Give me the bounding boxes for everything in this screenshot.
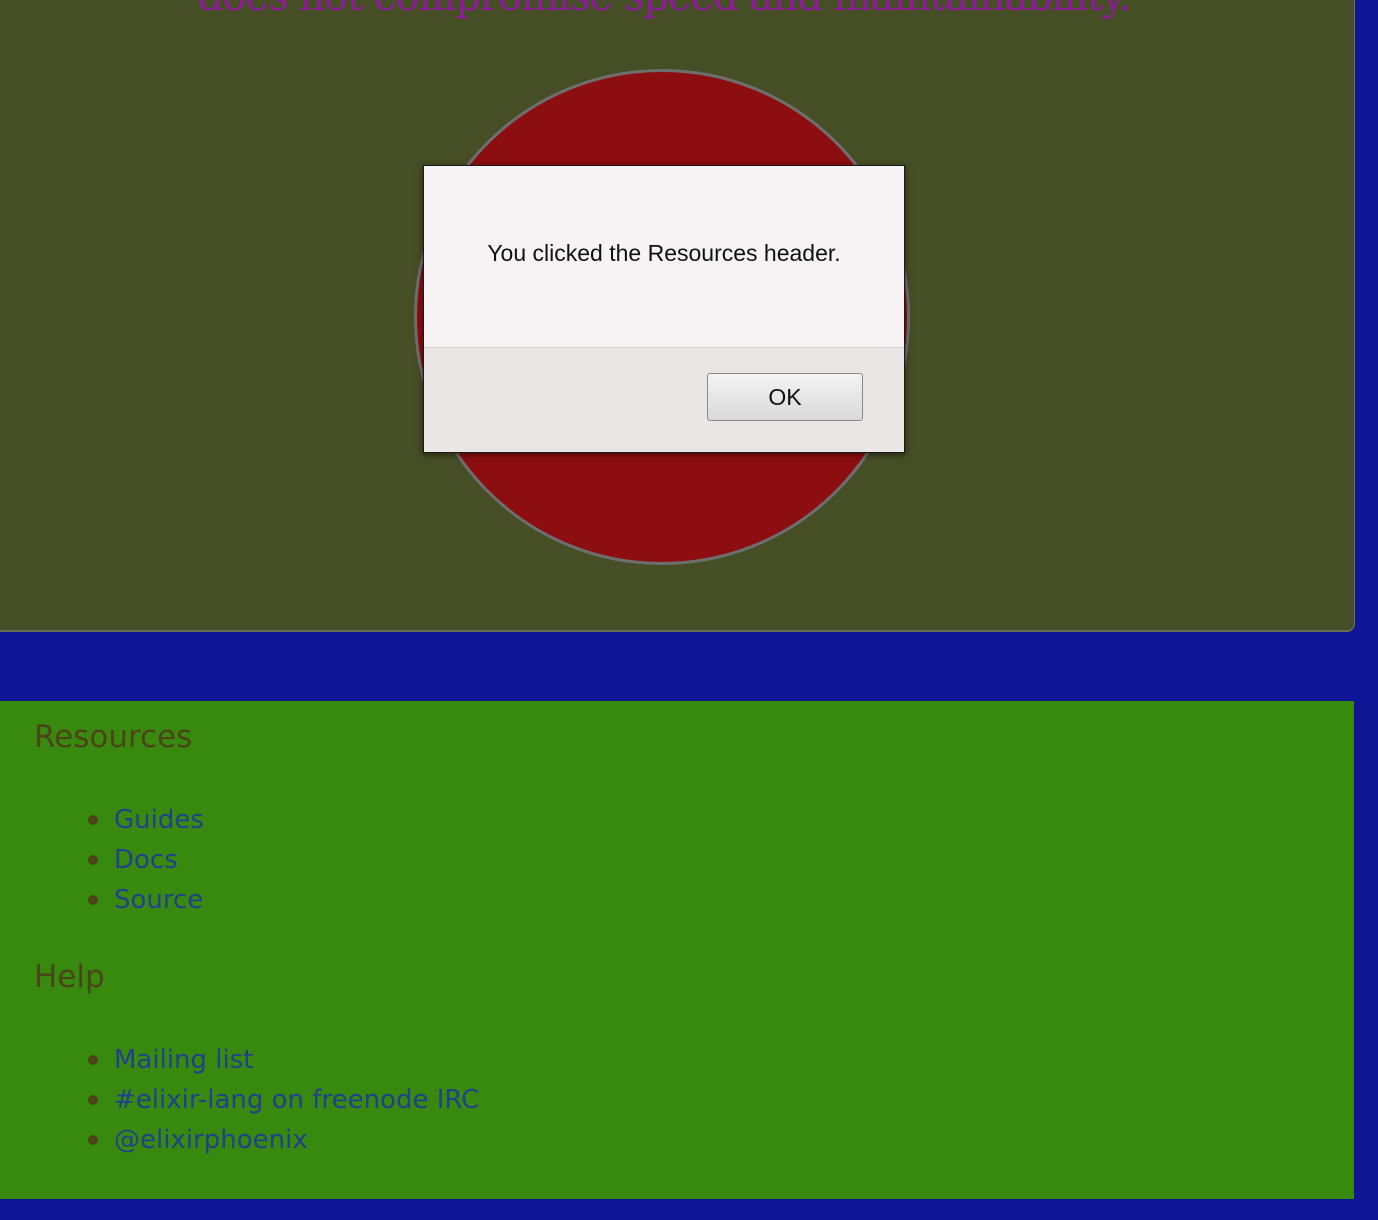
irc-link[interactable]: #elixir-lang on freenode IRC [114,1080,479,1120]
bullet-icon [88,1135,98,1145]
docs-link[interactable]: Docs [114,840,178,880]
help-heading[interactable]: Help [34,959,105,995]
bullet-icon [88,815,98,825]
list-item: @elixirphoenix [88,1120,479,1160]
list-item: Source [88,880,204,920]
mailing-list-link[interactable]: Mailing list [114,1040,253,1080]
bullet-icon [88,895,98,905]
marketing-section: Resources Guides Docs Source Help Mailin… [0,701,1354,1199]
resources-list: Guides Docs Source [88,800,204,920]
guides-link[interactable]: Guides [114,800,204,840]
list-item: #elixir-lang on freenode IRC [88,1080,479,1120]
page: does not compromise speed and maintainab… [0,0,1378,1220]
alert-message: You clicked the Resources header. [487,240,841,266]
alert-dialog: You clicked the Resources header. OK [423,165,905,453]
help-list: Mailing list #elixir-lang on freenode IR… [88,1040,479,1160]
list-item: Docs [88,840,204,880]
bullet-icon [88,855,98,865]
resources-heading[interactable]: Resources [34,719,192,755]
bullet-icon [88,1055,98,1065]
list-item: Mailing list [88,1040,479,1080]
source-link[interactable]: Source [114,880,203,920]
list-item: Guides [88,800,204,840]
twitter-link[interactable]: @elixirphoenix [114,1120,308,1160]
hero-tagline: does not compromise speed and maintainab… [0,0,1328,20]
bullet-icon [88,1095,98,1105]
ok-button[interactable]: OK [707,373,863,421]
alert-body: You clicked the Resources header. [424,166,904,348]
